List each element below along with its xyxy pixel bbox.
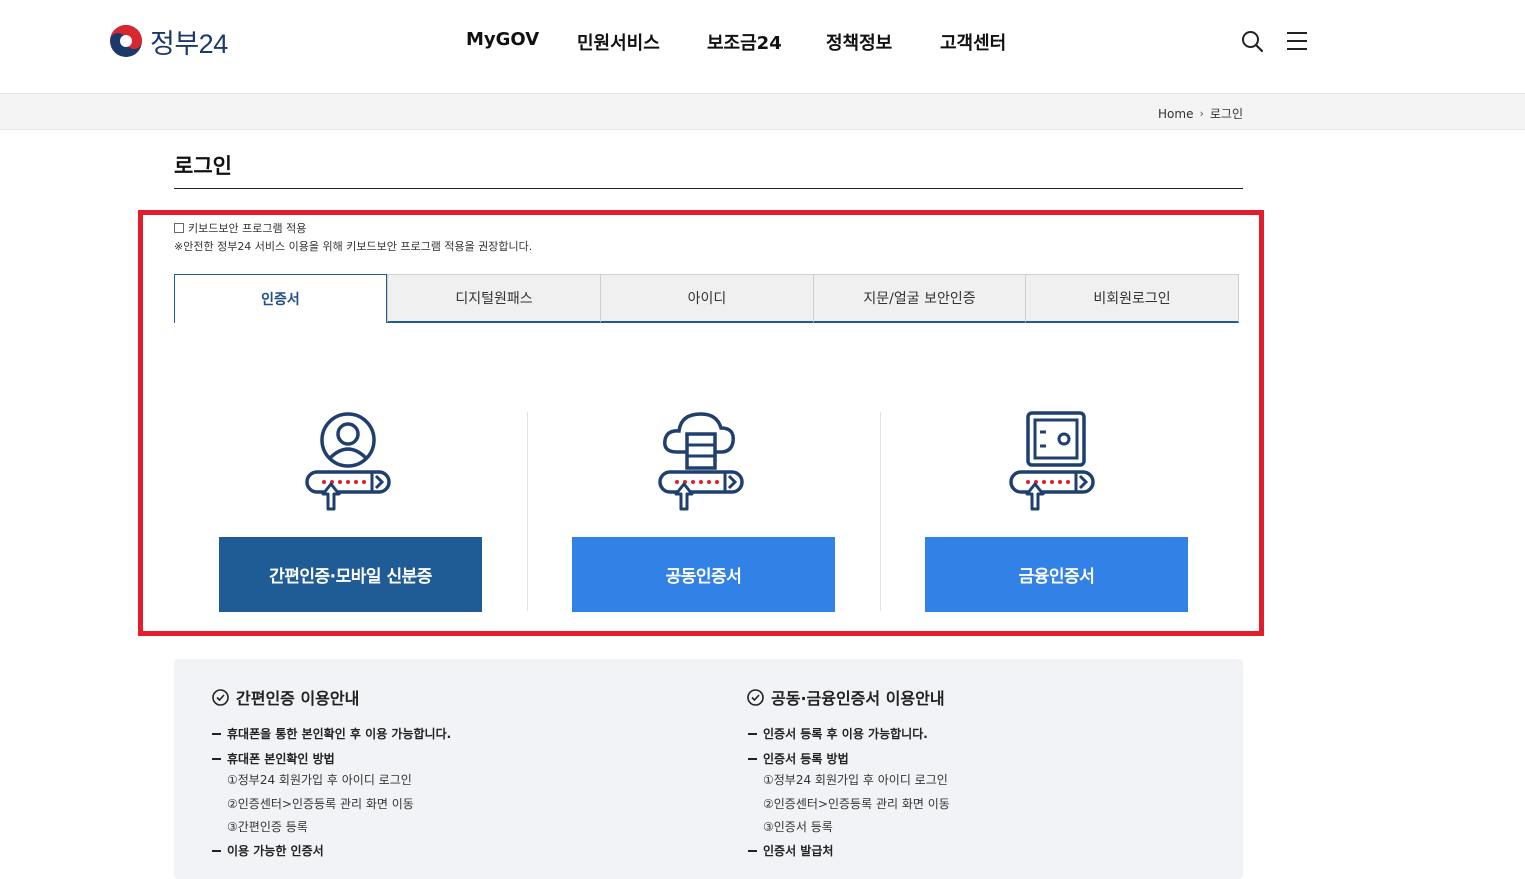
nav-policy[interactable]: 정책정보 <box>826 29 892 55</box>
guide-line: 인증서 등록 후 이용 가능합니다. <box>748 725 928 742</box>
guide-step: ③인증서 등록 <box>763 820 833 834</box>
guide-line: 휴대폰을 통한 본인확인 후 이용 가능합니다. <box>212 725 451 742</box>
guide-step: ②인증센터>인증등록 관리 화면 이동 <box>227 797 414 811</box>
guide-line: 인증서 등록 방법 <box>748 750 849 767</box>
breadcrumb-current: 로그인 <box>1209 107 1243 121</box>
keyboard-security-checkbox[interactable] <box>174 223 184 233</box>
guide-line: 휴대폰 본인확인 방법 <box>212 750 335 767</box>
simple-auth-guide-title: 간편인증 이용안내 <box>212 685 359 709</box>
guide-step: ①정부24 회원가입 후 아이디 로그인 <box>227 773 412 787</box>
search-icon[interactable] <box>1240 29 1264 53</box>
nav-mygov[interactable]: MyGOV <box>466 29 539 50</box>
option-divider <box>880 412 881 611</box>
keyboard-security-label[interactable]: 키보드보안 프로그램 적용 <box>188 220 306 236</box>
option-divider <box>527 412 528 611</box>
breadcrumb-home[interactable]: Home <box>1158 107 1193 121</box>
title-divider <box>174 188 1243 189</box>
guide-step: ①정부24 회원가입 후 아이디 로그인 <box>763 773 948 787</box>
joint-certificate-button[interactable]: 공동인증서 <box>572 537 835 612</box>
breadcrumb: Home › 로그인 <box>1158 105 1243 122</box>
guide-line: 인증서 발급처 <box>748 842 833 859</box>
safe-login-icon <box>1009 411 1095 511</box>
login-tabs: 인증서 디지털원패스 아이디 지문/얼굴 보안인증 비회원로그인 <box>174 274 1239 324</box>
check-circle-icon <box>212 688 229 706</box>
tab-guest-login[interactable]: 비회원로그인 <box>1025 274 1239 323</box>
chevron-right-icon: › <box>1199 107 1204 120</box>
check-circle-icon <box>747 688 764 706</box>
tab-certificate[interactable]: 인증서 <box>174 274 387 323</box>
menu-icon[interactable] <box>1285 29 1309 53</box>
page-title: 로그인 <box>174 154 232 178</box>
guide-line: 이용 가능한 인증서 <box>212 842 324 859</box>
site-header: 정부24 MyGOV 민원서비스 보조금24 정책정보 고객센터 <box>0 0 1525 93</box>
simple-auth-button[interactable]: 간편인증·모바일 신분증 <box>219 537 482 612</box>
certificate-guide-title: 공동·금융인증서 이용안내 <box>747 685 945 709</box>
tab-id[interactable]: 아이디 <box>600 274 814 323</box>
tab-biometric[interactable]: 지문/얼굴 보안인증 <box>813 274 1026 323</box>
nav-customer-center[interactable]: 고객센터 <box>940 29 1006 55</box>
nav-subsidy[interactable]: 보조금24 <box>707 29 782 55</box>
breadcrumb-bar: Home › 로그인 <box>0 93 1525 130</box>
keyboard-security-option[interactable]: 키보드보안 프로그램 적용 <box>174 220 306 236</box>
tab-digital-onepass[interactable]: 디지털원패스 <box>387 274 601 323</box>
guide-step: ③간편인증 등록 <box>227 820 308 834</box>
guide-title-text: 공동·금융인증서 이용안내 <box>771 689 945 708</box>
guide-step: ②인증센터>인증등록 관리 화면 이동 <box>763 797 950 811</box>
login-guide-box: 간편인증 이용안내 휴대폰을 통한 본인확인 후 이용 가능합니다. 휴대폰 본… <box>174 659 1243 879</box>
cloud-login-icon <box>658 412 744 511</box>
keyboard-security-note: ※안전한 정부24 서비스 이용을 위해 키보드보안 프로그램 적용을 권장합니… <box>174 240 533 253</box>
person-login-icon <box>305 412 391 511</box>
guide-title-text: 간편인증 이용안내 <box>236 689 360 708</box>
financial-certificate-button[interactable]: 금융인증서 <box>925 537 1188 612</box>
nav-civil-service[interactable]: 민원서비스 <box>577 29 660 55</box>
